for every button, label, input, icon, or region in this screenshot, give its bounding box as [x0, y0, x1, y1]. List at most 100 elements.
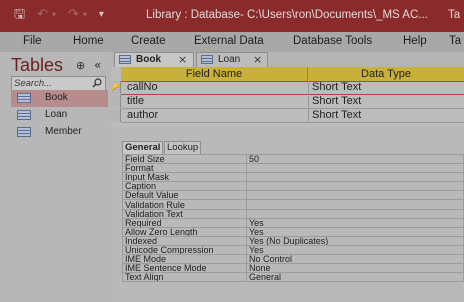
doc-tab-loan[interactable]: Loan ×: [196, 52, 268, 67]
data-type-cell[interactable]: Short Text: [308, 109, 464, 122]
field-name-cell[interactable]: author: [123, 109, 308, 122]
navigation-pane: Tables ⊕ « Book Loan Member: [0, 52, 111, 302]
properties-table: Field Size 50 Format Input Mask Caption D…: [122, 153, 464, 283]
window-title: Library : Database- C:\Users\ron\Documen…: [146, 9, 428, 21]
primary-key-icon[interactable]: 🔑: [111, 81, 121, 94]
tab-general[interactable]: General: [122, 141, 164, 154]
tab-create[interactable]: Create: [131, 35, 166, 47]
close-icon[interactable]: ×: [178, 53, 187, 66]
property-value[interactable]: Yes: [246, 217, 464, 228]
property-row: Unicode Compression Yes: [122, 244, 464, 256]
field-name-header: Field Name: [121, 67, 308, 81]
row-divider: [121, 122, 464, 123]
table-icon: [17, 127, 31, 137]
tab-help[interactable]: Help: [403, 35, 427, 47]
row-selector[interactable]: [111, 95, 121, 108]
nav-item-label: Loan: [45, 109, 68, 120]
tab-database-tools[interactable]: Database Tools: [293, 35, 372, 47]
data-type-cell[interactable]: Short Text: [308, 81, 464, 94]
property-name: IME Mode: [122, 254, 247, 265]
property-row: Default Value: [122, 190, 464, 201]
property-name: IME Sentence Mode: [122, 263, 247, 274]
collapse-pane-icon[interactable]: «: [94, 58, 101, 72]
save-icon[interactable]: 🖫: [14, 8, 25, 22]
table-icon: [17, 93, 31, 103]
property-value[interactable]: [246, 190, 464, 201]
property-name: Allow Zero Length: [122, 226, 247, 237]
undo-dropdown-icon[interactable]: ▾: [52, 8, 56, 22]
property-name: Indexed: [122, 235, 247, 246]
row-selector[interactable]: [111, 109, 121, 122]
tab-file[interactable]: File: [23, 35, 42, 47]
nav-dropdown-icon[interactable]: ⊕: [76, 59, 85, 72]
redo-icon[interactable]: ↷: [68, 8, 79, 22]
property-value[interactable]: Yes: [246, 226, 464, 237]
nav-item-book[interactable]: Book: [11, 90, 108, 107]
field-name-cell[interactable]: title: [123, 95, 308, 108]
property-value[interactable]: Yes (No Duplicates): [246, 235, 464, 246]
nav-search-box: [11, 76, 106, 91]
doc-tab-label: Loan: [218, 54, 241, 65]
property-row: IME Sentence Mode None: [122, 263, 464, 274]
property-name: Default Value: [122, 190, 247, 201]
property-row: Input Mask: [122, 172, 464, 183]
tab-table-design[interactable]: Ta: [449, 35, 461, 47]
column-divider: [308, 81, 309, 123]
tab-external-data[interactable]: External Data: [194, 35, 264, 47]
table-icon: [17, 110, 31, 120]
property-name: Format: [122, 163, 247, 174]
undo-icon[interactable]: ↶: [37, 8, 48, 22]
property-row: Format: [122, 163, 464, 174]
data-type-cell[interactable]: Short Text: [308, 95, 464, 108]
table-design-grid: Field Name Data Type 🔑 callNo Short Text…: [111, 67, 464, 127]
doc-tab-label: Book: [136, 54, 161, 65]
doc-tab-book[interactable]: Book ×: [114, 52, 194, 67]
document-tabs: Book × Loan ×: [111, 52, 464, 67]
property-value[interactable]: [246, 172, 464, 183]
field-properties: General Lookup Field Size 50 Format Input…: [111, 127, 464, 302]
property-name: Input Mask: [122, 172, 247, 183]
property-value[interactable]: General: [246, 272, 464, 283]
nav-item-loan[interactable]: Loan: [11, 107, 108, 124]
property-value[interactable]: No Control: [246, 254, 464, 265]
search-icon[interactable]: [92, 78, 102, 88]
tab-home[interactable]: Home: [73, 35, 104, 47]
property-name: Validation Rule: [122, 199, 247, 210]
property-name: Field Size: [122, 153, 247, 165]
title-right-text: Ta: [448, 9, 461, 21]
property-row: Validation Text: [122, 208, 464, 219]
tab-lookup[interactable]: Lookup: [164, 141, 202, 154]
property-value[interactable]: [246, 163, 464, 174]
nav-item-label: Book: [45, 92, 68, 103]
property-value[interactable]: [246, 199, 464, 210]
redo-dropdown-icon[interactable]: ▾: [83, 8, 87, 22]
property-name: Unicode Compression: [122, 244, 247, 256]
close-icon[interactable]: ×: [253, 53, 262, 66]
customize-qat-icon[interactable]: ▾: [99, 8, 104, 22]
data-type-header: Data Type: [308, 67, 464, 81]
table-icon: [201, 55, 213, 64]
nav-search-input[interactable]: [14, 77, 88, 90]
title-bar: 🖫 ↶ ▾ ↷ ▾ ▾ Library : Database- C:\Users…: [0, 0, 464, 32]
nav-item-label: Member: [45, 126, 82, 137]
property-value[interactable]: Yes: [246, 244, 464, 256]
nav-item-member[interactable]: Member: [11, 124, 108, 141]
property-row: Text Align General: [122, 272, 464, 283]
property-row: Caption: [122, 181, 464, 192]
field-name-cell[interactable]: callNo: [123, 81, 308, 94]
property-value[interactable]: [246, 208, 464, 219]
property-row: Indexed Yes (No Duplicates): [122, 235, 464, 246]
property-name: Text Align: [122, 272, 247, 283]
nav-pane-title[interactable]: Tables: [11, 55, 63, 76]
property-value[interactable]: 50: [246, 153, 464, 165]
property-value[interactable]: None: [246, 263, 464, 274]
property-row: Required Yes: [122, 217, 464, 228]
property-row: Allow Zero Length Yes: [122, 226, 464, 237]
property-name: Required: [122, 217, 247, 228]
property-name: Caption: [122, 181, 247, 192]
quick-access-toolbar: 🖫 ↶ ▾ ↷ ▾ ▾: [14, 8, 104, 22]
table-icon: [119, 55, 131, 64]
property-value[interactable]: [246, 181, 464, 192]
property-name: Validation Text: [122, 208, 247, 219]
ribbon-tabs: File Home Create External Data Database …: [0, 32, 464, 52]
